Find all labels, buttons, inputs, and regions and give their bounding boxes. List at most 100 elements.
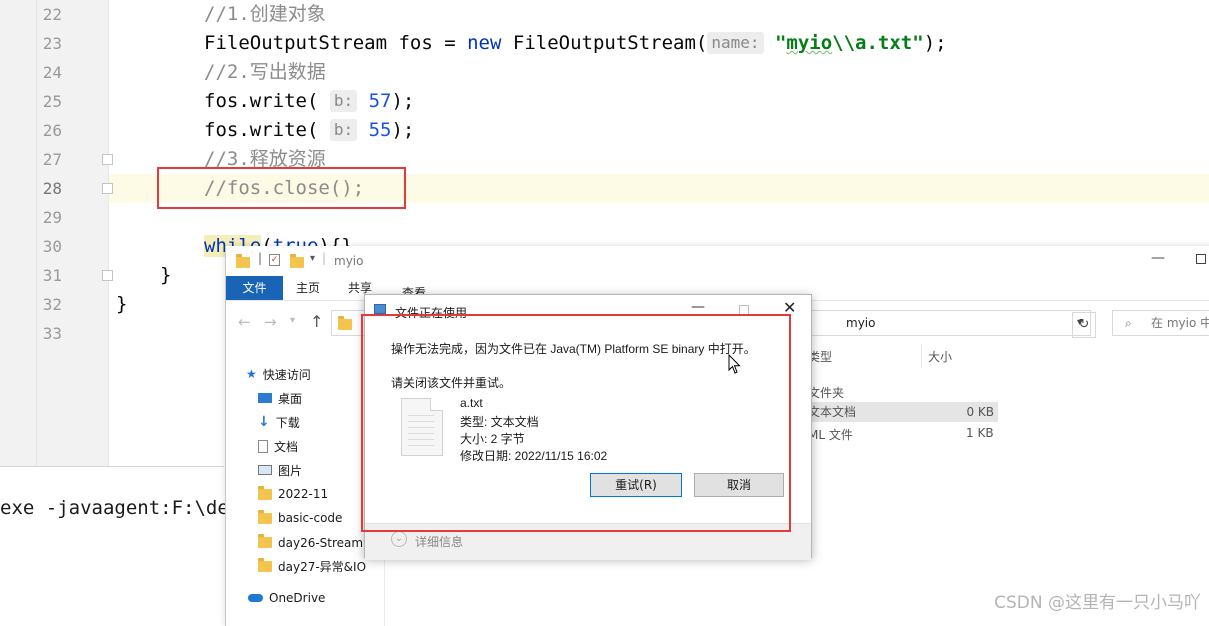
- code-text: FileOutputStream(: [501, 32, 708, 54]
- picture-icon: [258, 465, 272, 475]
- keyword: new: [467, 32, 502, 54]
- back-arrow-icon[interactable]: ←: [238, 313, 251, 331]
- line-number: 22: [42, 5, 62, 24]
- nav-folder[interactable]: basic-code: [258, 508, 342, 528]
- nav-onedrive[interactable]: OneDrive: [248, 588, 325, 608]
- fold-marker-icon[interactable]: [102, 270, 113, 281]
- minimize-icon[interactable]: —: [691, 299, 705, 315]
- line-number: 32: [42, 295, 62, 314]
- code-text: }: [116, 293, 128, 315]
- code-text: );: [923, 32, 947, 54]
- nav-folder[interactable]: 2022-11: [258, 484, 328, 504]
- details-toggle[interactable]: 详细信息: [415, 533, 463, 550]
- number-literal: 57: [368, 90, 392, 112]
- nav-label: basic-code: [278, 511, 343, 525]
- download-icon: ↓: [258, 414, 270, 430]
- forward-arrow-icon[interactable]: →: [264, 313, 277, 331]
- code-text: }: [160, 264, 172, 286]
- folder-icon: [338, 316, 352, 330]
- chevron-down-icon[interactable]: ▾: [310, 253, 315, 264]
- column-header-size[interactable]: 大小: [928, 348, 952, 365]
- comment: //2.写出数据: [204, 61, 326, 83]
- properties-icon[interactable]: ✓: [269, 254, 280, 266]
- divider-glyph: |: [258, 251, 263, 265]
- nav-downloads[interactable]: ↓ 下载: [258, 412, 300, 432]
- file-row-type: 文本文档: [808, 405, 857, 419]
- nav-desktop[interactable]: 桌面: [258, 388, 302, 408]
- expand-chevron-icon[interactable]: ⌄: [391, 531, 407, 547]
- parameter-hint: name:: [707, 32, 764, 54]
- line-number: 28: [42, 179, 62, 198]
- file-row-type[interactable]: 文件夹: [808, 384, 844, 401]
- tab-file[interactable]: 文件: [226, 276, 283, 300]
- window-title: myio: [334, 254, 364, 268]
- refresh-icon[interactable]: ↻: [1072, 312, 1096, 338]
- nav-label: 桌面: [278, 391, 303, 406]
- nav-folder[interactable]: day27-异常&IO: [258, 556, 366, 576]
- code-line: //2.写出数据: [204, 58, 326, 87]
- search-icon: ⌕: [1125, 316, 1132, 330]
- chevron-down-icon[interactable]: ▾: [290, 315, 295, 326]
- annotation-box: [157, 167, 406, 209]
- nav-label: OneDrive: [269, 591, 326, 605]
- file-row-type[interactable]: ML 文件: [808, 426, 853, 443]
- breadcrumb-current[interactable]: myio: [846, 311, 875, 335]
- tab-home[interactable]: 主页: [290, 276, 326, 300]
- nav-label: 2022-11: [278, 487, 329, 501]
- string-literal: ": [763, 32, 787, 54]
- code-text: );: [391, 90, 415, 112]
- folder-icon: [258, 533, 272, 548]
- minimize-icon[interactable]: —: [1151, 250, 1165, 266]
- desktop-icon: [258, 393, 272, 403]
- line-number: 31: [42, 266, 62, 285]
- nav-label: day27-异常&IO: [278, 559, 367, 574]
- line-number: 33: [42, 324, 62, 343]
- comment: //1.创建对象: [204, 3, 326, 25]
- file-row-size: 0 KB: [966, 405, 994, 419]
- line-number: 24: [42, 63, 62, 82]
- number-literal: 55: [368, 119, 392, 141]
- star-icon: ★: [246, 367, 257, 381]
- code-text: fos.write(: [204, 119, 319, 141]
- search-input[interactable]: ⌕ 在 myio 中: [1112, 310, 1209, 336]
- code-line: fos.write( b: 57);: [204, 87, 414, 116]
- file-row-selected[interactable]: 文本文档 0 KB: [808, 402, 998, 422]
- gutter-separator: [108, 0, 109, 466]
- code-line: }: [116, 290, 127, 319]
- console-output: exe -javaagent:F:\dev: [0, 497, 241, 519]
- code-line: FileOutputStream fos = new FileOutputStr…: [204, 29, 947, 58]
- folder-icon: [236, 254, 250, 268]
- string-literal: myio: [786, 32, 833, 54]
- parameter-hint: b:: [329, 119, 358, 141]
- new-folder-icon[interactable]: [290, 254, 304, 268]
- watermark: CSDN @这里有一只小马吖: [994, 593, 1201, 613]
- panel-divider: [0, 466, 224, 467]
- nav-quick-access[interactable]: ★ 快速访问: [246, 364, 311, 384]
- up-arrow-icon[interactable]: ↑: [310, 312, 323, 331]
- nav-folder[interactable]: day26-Stream流: [258, 532, 375, 552]
- code-text: fos.write(: [204, 90, 319, 112]
- annotation-box: [361, 314, 791, 532]
- nav-label: 文档: [274, 439, 299, 454]
- maximize-icon[interactable]: [1196, 254, 1206, 264]
- file-row-size: 1 KB: [966, 426, 994, 440]
- nav-label: day26-Stream流: [278, 535, 376, 550]
- nav-pictures[interactable]: 图片: [258, 460, 302, 480]
- code-text: );: [391, 119, 415, 141]
- line-number: 30: [42, 237, 62, 256]
- line-number: 25: [42, 92, 62, 111]
- code-text: FileOutputStream fos =: [204, 32, 468, 54]
- fold-marker-icon[interactable]: [102, 183, 113, 194]
- divider-glyph: |: [322, 251, 327, 265]
- nav-label: 快速访问: [262, 367, 311, 382]
- code-line: }: [160, 261, 171, 290]
- parameter-hint: b:: [329, 90, 358, 112]
- line-number: 26: [42, 121, 62, 140]
- folder-icon: [258, 557, 272, 572]
- folder-icon: [258, 485, 272, 500]
- fold-marker-icon[interactable]: [102, 154, 113, 165]
- string-literal: \\a.txt": [832, 32, 924, 54]
- nav-documents[interactable]: 文档: [258, 436, 298, 456]
- code-line: fos.write( b: 55);: [204, 116, 414, 145]
- cloud-icon: [248, 594, 263, 602]
